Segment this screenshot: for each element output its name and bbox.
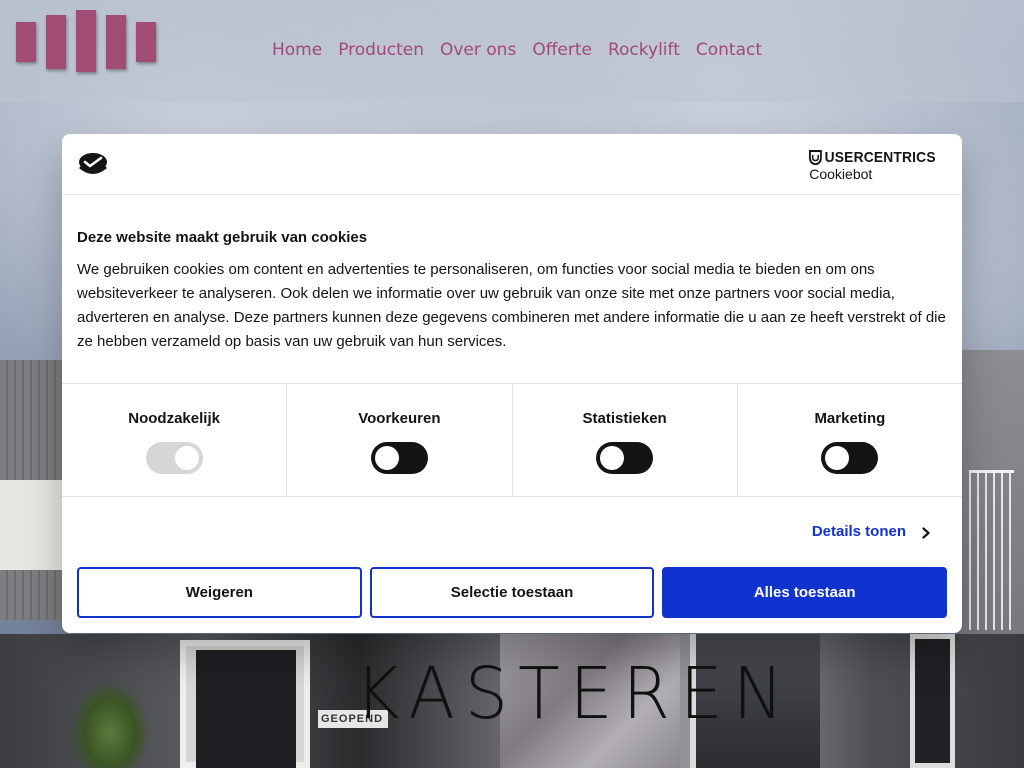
storefront-door: [196, 650, 296, 768]
main-nav: Home Producten Over ons Offerte Rockylif…: [272, 40, 762, 60]
cookiebot-logo-icon: [77, 152, 109, 176]
category-noodzakelijk: Noodzakelijk: [62, 384, 288, 496]
toggle-knob: [174, 446, 199, 470]
hero-brand-word: KASTEREN: [355, 653, 794, 736]
toggle-noodzakelijk: [145, 442, 203, 474]
dialog-title: Deze website maakt gebruik van cookies: [77, 229, 368, 246]
usercentrics-brand[interactable]: USERCENTRICS Cookiebot: [809, 149, 947, 182]
toggle-voorkeuren[interactable]: [370, 442, 428, 474]
details-link[interactable]: Details tonen: [812, 523, 932, 540]
shop-window-far: [910, 634, 955, 768]
allow-all-button[interactable]: Alles toestaan: [662, 567, 948, 618]
toggle-knob: [374, 446, 399, 470]
logo-bar: [106, 15, 126, 69]
logo-bar: [76, 10, 96, 72]
balcony-railing: [969, 470, 1014, 630]
consent-categories: Noodzakelijk Voorkeuren Statistieken Mar…: [62, 384, 962, 497]
nav-contact[interactable]: Contact: [696, 40, 762, 60]
deny-button[interactable]: Weigeren: [77, 567, 362, 618]
category-marketing: Marketing: [738, 384, 962, 496]
logo-bar: [46, 15, 66, 69]
category-label: Marketing: [814, 410, 886, 427]
nav-producten[interactable]: Producten: [338, 40, 424, 60]
nav-home[interactable]: Home: [272, 40, 322, 60]
dialog-header: USERCENTRICS Cookiebot: [62, 134, 962, 195]
nav-over-ons[interactable]: Over ons: [440, 40, 516, 60]
cookiebot-name: Cookiebot: [809, 166, 873, 182]
category-label: Voorkeuren: [358, 410, 441, 427]
chevron-right-icon: [920, 526, 932, 539]
category-statistieken: Statistieken: [513, 384, 738, 496]
dialog-body: Deze website maakt gebruik van cookies W…: [62, 195, 962, 384]
toggle-marketing[interactable]: [821, 442, 879, 474]
nav-offerte[interactable]: Offerte: [532, 40, 592, 60]
toggle-statistieken[interactable]: [596, 442, 654, 474]
allow-selection-button[interactable]: Selectie toestaan: [369, 567, 655, 618]
logo-bar: [16, 22, 36, 62]
shield-icon: [809, 150, 823, 166]
toggle-knob: [825, 446, 850, 470]
site-header: Home Producten Over ons Offerte Rockylif…: [0, 0, 1024, 102]
toggle-knob: [600, 446, 625, 470]
usercentrics-name: USERCENTRICS: [824, 149, 936, 166]
category-voorkeuren: Voorkeuren: [287, 384, 513, 496]
category-label: Statistieken: [582, 410, 667, 427]
nav-rockylift[interactable]: Rockylift: [608, 40, 680, 60]
details-row: Details tonen: [62, 497, 962, 567]
dialog-buttons: Weigeren Selectie toestaan Alles toestaa…: [62, 567, 962, 618]
plant: [70, 680, 150, 768]
site-logo[interactable]: [16, 10, 156, 72]
dialog-description: We gebruiken cookies om content en adver…: [77, 261, 946, 350]
category-label: Noodzakelijk: [128, 410, 220, 427]
cookie-consent-dialog: USERCENTRICS Cookiebot Deze website maak…: [62, 134, 962, 633]
usercentrics-wordmark: USERCENTRICS: [809, 149, 936, 166]
details-link-label: Details tonen: [811, 523, 906, 540]
logo-bar: [136, 22, 156, 62]
